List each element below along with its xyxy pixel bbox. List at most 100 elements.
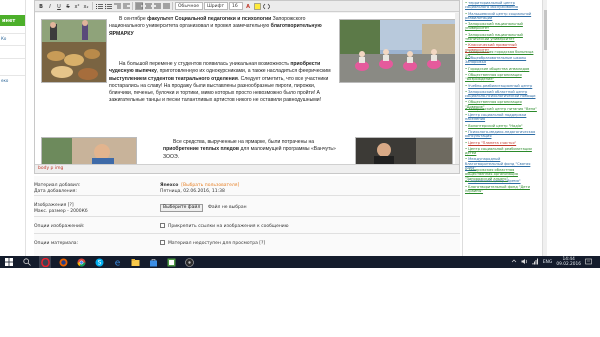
left-link[interactable]: еко [1,78,8,83]
sidebar-organization-link[interactable]: •Малышевский центр социальной реабилитац… [465,12,539,21]
sidebar-organization-label: Психолого-медико-педагогическая консульт… [465,129,536,139]
bullet-icon: • [465,140,468,145]
network-icon[interactable] [532,258,539,267]
opera-icon[interactable] [39,256,51,268]
align-right-icon[interactable] [153,2,161,10]
charity-photo-2 [355,137,453,165]
source-icon[interactable] [262,2,271,10]
choose-file-button[interactable]: Выберите файл [160,204,204,212]
align-center-icon[interactable] [144,2,152,10]
sidebar-organization-link[interactable]: •Центр "Планета счастья" [465,141,539,145]
edge-icon[interactable]: e [111,256,123,268]
scrollbar-thumb[interactable] [544,10,547,50]
green-tab[interactable]: инет [0,15,25,26]
hide-material-label: Материал недоступен для просмотра [?] [168,241,266,246]
sidebar-organization-link[interactable]: •Волонтерский центр "Надія" [465,124,539,128]
paragraph-3: Все средства, вырученные на ярмарке, был… [163,139,341,161]
media-icon[interactable] [183,256,195,268]
text-bold: приобретение теплых пледов [163,146,240,153]
text-bold: факультет Социальной педагогики и психол… [147,16,272,22]
sidebar-organization-link[interactable]: •Запорожский центр питания "Вена" [465,107,539,111]
search-icon[interactable] [21,256,33,268]
file-explorer-icon[interactable] [129,256,141,268]
charity-photo-1 [41,137,137,165]
up-arrow-icon[interactable] [511,258,517,266]
sidebar-organization-link[interactable]: •Общеобразовательные школы Запорожья [465,56,539,65]
image-options-label: Опции изображений: [34,224,85,229]
sidebar-organization-label: Запорожский центр питания "Вена" [468,106,537,111]
bold-button[interactable]: B [37,2,45,10]
sidebar-organization-label: Социальный центр "Время" [468,178,521,183]
sidebar-organization-link[interactable]: •Психолого-медико-педагогическая консуль… [465,130,539,139]
align-justify-icon[interactable] [162,2,170,10]
superscript-button[interactable]: x² [73,2,81,10]
divider [0,58,25,59]
bullet-icon: • [465,106,468,111]
subscript-button[interactable]: x₂ [82,2,90,10]
notifications-icon[interactable] [585,258,592,267]
image-options-control: Прикрепить ссылки на изображения к сообщ… [160,223,289,229]
choose-user-link[interactable]: [Выбрать пользователя] [181,183,239,188]
sidebar-organization-link[interactable]: •Центр социальной реабилитации детей [465,147,539,156]
element-path: body p img [35,164,459,173]
editor-content[interactable]: В сентябре факультет Социальной педагоги… [35,13,459,165]
sidebar-organization-link[interactable]: •Благотворительный фонд "Дети Украины" [465,185,539,194]
bullet-icon: • [465,123,468,128]
bullet-icon: • [465,66,468,71]
text: На большой перемене у студентов появилас… [119,61,291,67]
sidebar-organization-link[interactable]: •Запорожский национальный технический ун… [465,33,539,42]
sidebar-organization-label: Общественная организация "Возрождение" [465,72,522,82]
paragraph-2: На большой перемене у студентов появилас… [109,61,337,105]
style-select[interactable]: Обычное [175,2,203,10]
attach-links-checkbox[interactable] [160,223,165,228]
material-options-control: Материал недоступен для просмотра [?] [160,240,265,246]
rich-text-editor: B I U S x² x₂ Обычное Шрифт 16 A В сентя… [34,0,460,174]
clock[interactable]: 14:44 09.02.2016 [556,257,581,267]
editor-scrollbar[interactable] [455,13,459,165]
strike-button[interactable]: S [64,2,72,10]
no-file-text: Файл не выбран [208,205,247,210]
text-color-icon[interactable]: A [244,2,252,10]
images-label: Изображения [?] [34,203,74,208]
sidebar-organization-link[interactable]: •Запорожский областной центр социально-п… [465,90,539,99]
clock-date: 09.02.2016 [556,262,581,267]
sidebar-organization-link[interactable]: •Центр социальной поддержки населения [465,113,539,122]
sidebar-organization-link[interactable]: •территориальный центр социального обслу… [465,1,539,10]
ordered-list-icon[interactable] [95,2,103,10]
text: , приготовленную их однокурсниками, а та… [156,68,331,75]
skype-icon[interactable]: S [93,256,105,268]
left-link[interactable]: Ко [1,36,6,41]
bullet-icon: • [465,83,468,88]
app-icon[interactable] [165,256,177,268]
author-name: Яnexco [160,183,179,188]
firefox-icon[interactable] [57,256,69,268]
page-scrollbar[interactable] [542,0,547,256]
store-icon[interactable] [147,256,159,268]
text: В сентябре [119,16,148,22]
sidebar-organization-label: Волонтерский центр "Надія" [468,123,523,128]
volume-icon[interactable] [521,258,528,267]
sidebar-organization-link[interactable]: •Общественная организация "Возрождение" [465,73,539,82]
language-indicator[interactable]: ENG [543,260,553,265]
font-select[interactable]: Шрифт [204,2,228,10]
indent-icon[interactable] [122,2,130,10]
outdent-icon[interactable] [113,2,121,10]
hide-material-checkbox[interactable] [160,240,165,245]
italic-button[interactable]: I [46,2,54,10]
sidebar-organization-link[interactable]: •Запорожский национальный университет [465,22,539,31]
sidebar-organization-link[interactable]: •Учебно-реабилитационный центр [465,84,539,88]
sidebar-organization-label: Общеобразовательные школы Запорожья [465,56,527,65]
size-select[interactable]: 16 [229,2,243,10]
form-row-author: Материал добавил: Яnexco [Выбрать пользо… [34,181,460,196]
underline-button[interactable]: U [55,2,63,10]
chrome-icon[interactable] [75,256,87,268]
unordered-list-icon[interactable] [104,2,112,10]
sidebar-organization-link[interactable]: •Социальный центр "Время" [465,179,539,183]
sidebar-organization-link[interactable]: •Городские общества инвалидов [465,67,539,71]
divider [0,45,25,46]
windows-start-icon[interactable] [3,256,15,268]
background-color-icon[interactable] [253,2,261,10]
material-options-label: Опции материала: [34,241,79,246]
align-left-icon[interactable] [135,2,143,10]
toolbar-separator [132,2,133,10]
